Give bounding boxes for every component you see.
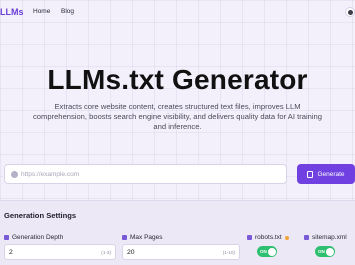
url-input[interactable] <box>21 168 281 181</box>
logo[interactable]: LLMs <box>0 7 24 17</box>
generate-button[interactable]: Generate <box>297 164 355 184</box>
nav-home-link[interactable]: Home <box>33 8 50 15</box>
sitemap-icon <box>304 235 309 240</box>
nav-blog-link[interactable]: Blog <box>61 8 74 15</box>
globe-icon <box>11 171 18 178</box>
page-title: LLMs.txt Generator <box>47 64 308 95</box>
robot-icon <box>247 235 252 240</box>
robots-label: robots.txt <box>247 234 289 241</box>
layers-icon <box>4 235 9 240</box>
generation-settings-panel: Generation Settings Generation Depth Max… <box>0 200 355 265</box>
url-form: Generate <box>4 164 355 184</box>
document-icon <box>307 170 314 178</box>
max-pages-value: 20 <box>127 249 135 256</box>
max-pages-label: Max Pages <box>122 234 163 241</box>
theme-toggle-button[interactable] <box>345 7 355 17</box>
max-pages-range: (1-10) <box>222 250 235 255</box>
settings-title: Generation Settings <box>4 211 77 220</box>
generate-button-label: Generate <box>317 170 345 178</box>
url-input-wrapper <box>4 164 287 184</box>
generation-depth-range: (1-3) <box>101 250 111 255</box>
sitemap-toggle[interactable]: ON <box>315 246 335 257</box>
generation-depth-input[interactable]: 2 (1-3) <box>4 244 116 260</box>
robots-toggle[interactable]: ON <box>257 246 277 257</box>
top-nav: LLMs Home Blog <box>0 0 355 26</box>
generation-depth-label: Generation Depth <box>4 234 63 241</box>
sitemap-label: sitemap.xml <box>304 234 347 241</box>
warning-dot-icon <box>284 235 289 240</box>
pages-icon <box>122 235 127 240</box>
generation-depth-value: 2 <box>9 249 13 256</box>
max-pages-input[interactable]: 20 (1-10) <box>122 244 240 260</box>
hero-description: Extracts core website content, creates s… <box>32 102 322 131</box>
